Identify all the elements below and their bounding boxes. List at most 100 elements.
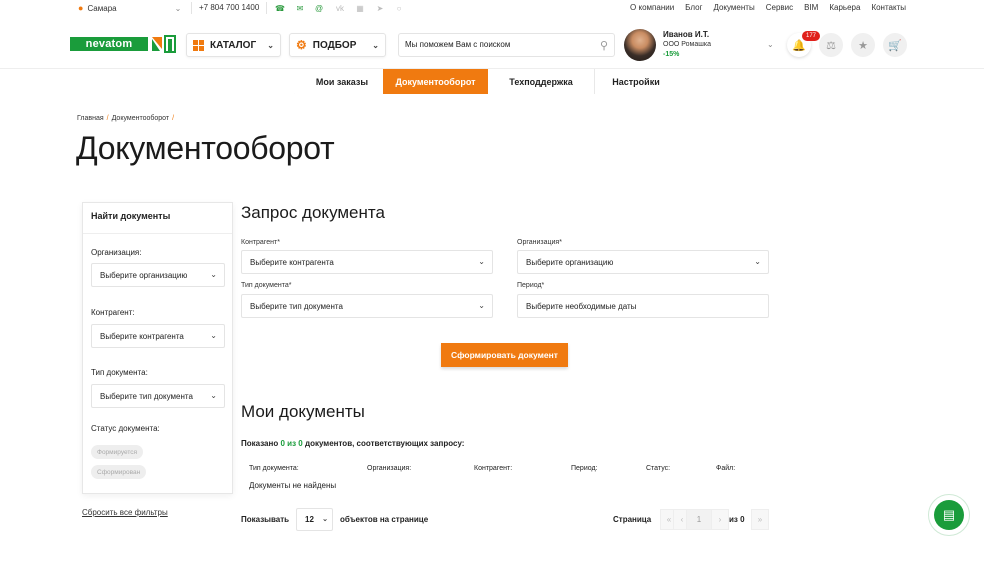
vk-icon[interactable]: vk: [334, 2, 346, 14]
user-name[interactable]: Иванов И.Т.: [663, 30, 709, 39]
status-chip-forming[interactable]: Формируется: [91, 445, 144, 459]
telegram-icon[interactable]: ➤: [374, 2, 386, 14]
per-page-label: Показывать: [241, 515, 290, 524]
last-page-icon[interactable]: »: [751, 509, 769, 530]
avatar[interactable]: [624, 29, 656, 61]
request-org-value: Выберите организацию: [526, 258, 614, 267]
page-input[interactable]: 1: [686, 509, 712, 530]
filter-org-select[interactable]: Выберите организацию ⌄: [91, 263, 225, 287]
request-org-label: Организация*: [517, 239, 562, 246]
chat-icon[interactable]: ▤: [934, 500, 964, 530]
results-summary: Показано 0 из 0 документов, соответствую…: [241, 439, 465, 448]
chevron-down-icon: ⌄: [478, 301, 485, 310]
message-icon[interactable]: ✉: [294, 2, 306, 14]
request-period-value: Выберите необходимые даты: [526, 302, 637, 311]
phone-icon[interactable]: ☎: [274, 2, 286, 14]
podbor-button[interactable]: ⚙ ПОДБОР ⌄: [289, 33, 386, 57]
tab-docflow[interactable]: Документооборот: [383, 69, 488, 94]
reset-filters-link[interactable]: Сбросить все фильтры: [82, 508, 168, 517]
chevron-down-icon: ⌄: [210, 270, 217, 279]
phone-link[interactable]: +7 804 700 1400: [199, 3, 259, 12]
user-discount: -15%: [663, 51, 680, 58]
gear-icon: ⚙: [296, 38, 307, 52]
link-career[interactable]: Карьера: [829, 3, 860, 12]
search-icon[interactable]: ⚲: [600, 39, 608, 52]
per-page-suffix: объектов на странице: [340, 515, 429, 524]
page-label: Страница: [613, 515, 652, 524]
catalog-button[interactable]: КАТАЛОГ ⌄: [186, 33, 281, 57]
chevron-down-icon[interactable]: ⌄: [767, 40, 774, 49]
request-type-value: Выберите тип документа: [250, 302, 343, 311]
cart-social-icon[interactable]: ▦: [354, 2, 366, 14]
divider: [266, 2, 267, 14]
city-name: Самара: [87, 3, 117, 13]
catalog-label: КАТАЛОГ: [210, 39, 257, 51]
page-title: Документооборот: [76, 130, 335, 166]
filters-panel: Найти документы Организация: Выберите ор…: [82, 202, 233, 494]
filter-org-value: Выберите организацию: [100, 271, 188, 280]
logo-text: nevatom: [70, 37, 148, 51]
breadcrumb: Главная / Документооборот /: [77, 115, 175, 122]
search-input[interactable]: [405, 40, 585, 49]
link-contacts[interactable]: Контакты: [871, 3, 906, 12]
filters-title: Найти документы: [83, 203, 232, 234]
filter-type-label: Тип документа:: [91, 368, 148, 377]
logo[interactable]: nevatom: [70, 35, 176, 53]
notification-badge: 177: [802, 31, 820, 41]
next-page-icon[interactable]: ›: [711, 509, 729, 530]
link-service[interactable]: Сервис: [766, 3, 793, 12]
filter-type-select[interactable]: Выберите тип документа ⌄: [91, 384, 225, 408]
tab-settings[interactable]: Настройки: [594, 69, 678, 94]
tab-support[interactable]: Техподдержка: [488, 69, 594, 94]
column-header-status: Статус:: [646, 465, 671, 472]
link-about[interactable]: О компании: [630, 3, 674, 12]
chevron-down-icon: ⌄: [754, 257, 761, 266]
breadcrumb-current: Документооборот: [111, 115, 170, 122]
header-divider: [0, 68, 984, 69]
link-documents[interactable]: Документы: [713, 3, 754, 12]
chevron-down-icon: ⌄: [372, 40, 379, 50]
request-contr-value: Выберите контрагента: [250, 258, 334, 267]
filter-type-value: Выберите тип документа: [100, 392, 193, 401]
chevron-down-icon: ⌄: [210, 331, 217, 340]
filter-status-label: Статус документа:: [91, 424, 160, 433]
request-contr-label: Контрагент*: [241, 239, 280, 246]
chevron-down-icon: ⌄: [322, 516, 328, 523]
chevron-down-icon: ⌄: [174, 3, 182, 13]
column-header-contr: Контрагент:: [474, 465, 513, 472]
search-box: ⚲: [398, 33, 615, 57]
link-blog[interactable]: Блог: [685, 3, 702, 12]
generate-document-button[interactable]: Сформировать документ: [441, 343, 568, 367]
column-header-file: Файл:: [716, 465, 736, 472]
chat-social-icon[interactable]: ○: [393, 2, 405, 14]
column-header-org: Организация:: [367, 465, 412, 472]
column-header-period: Период:: [571, 465, 598, 472]
page-total: из 0: [729, 515, 745, 524]
request-period-field[interactable]: Выберите необходимые даты: [517, 294, 769, 318]
city-selector[interactable]: ● Самара ⌄: [78, 3, 181, 13]
link-bim[interactable]: BIM: [804, 3, 818, 12]
user-org: ООО Ромашка: [663, 41, 711, 48]
request-type-label: Тип документа*: [241, 282, 292, 289]
top-links: О компании Блог Документы Сервис BIM Кар…: [630, 3, 906, 12]
request-contr-select[interactable]: Выберите контрагента ⌄: [241, 250, 493, 274]
empty-state: Документы не найдены: [249, 481, 337, 490]
request-type-select[interactable]: Выберите тип документа ⌄: [241, 294, 493, 318]
per-page-value: 12: [305, 515, 314, 524]
status-chip-formed[interactable]: Сформирован: [91, 465, 147, 479]
breadcrumb-home[interactable]: Главная: [77, 115, 104, 122]
star-icon[interactable]: ★: [851, 33, 875, 57]
tab-orders[interactable]: Мои заказы: [302, 69, 382, 94]
account-tabs: Мои заказы Документооборот Техподдержка …: [278, 69, 702, 94]
filter-contr-label: Контрагент:: [91, 308, 135, 317]
podbor-label: ПОДБОР: [312, 39, 357, 51]
per-page-select[interactable]: 12 ⌄: [296, 508, 333, 531]
filter-contr-select[interactable]: Выберите контрагента ⌄: [91, 324, 225, 348]
request-org-select[interactable]: Выберите организацию ⌄: [517, 250, 769, 274]
chevron-down-icon: ⌄: [210, 391, 217, 400]
cart-icon[interactable]: 🛒: [883, 33, 907, 57]
catalog-grid-icon: [193, 39, 204, 51]
documents-title: Мои документы: [241, 402, 365, 421]
compare-icon[interactable]: ⚖: [819, 33, 843, 57]
email-icon[interactable]: @: [313, 2, 325, 14]
